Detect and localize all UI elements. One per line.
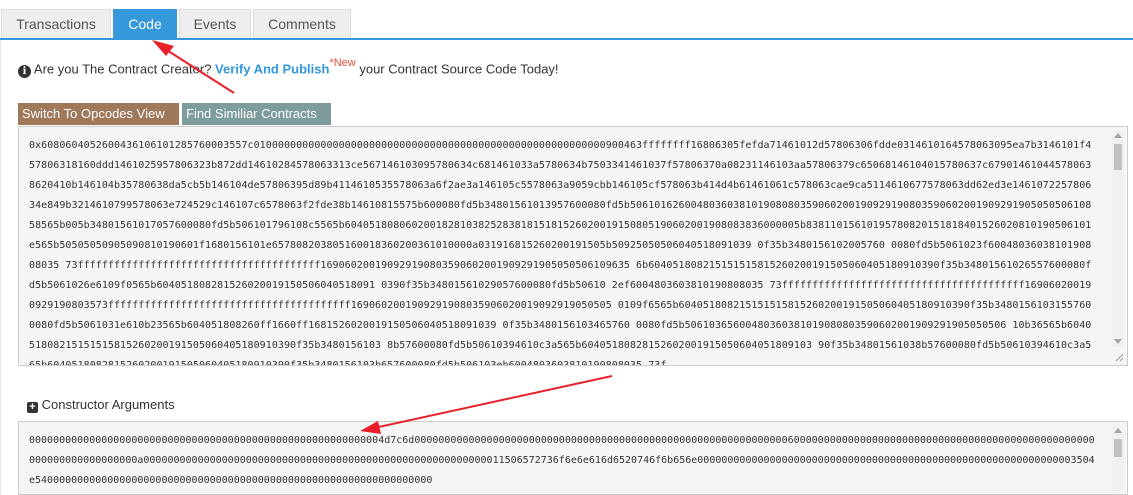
- resize-handle-icon[interactable]: [1114, 352, 1124, 362]
- notice-prefix: Are you The Contract Creator?: [33, 61, 212, 77]
- scroll-up-icon[interactable]: [1114, 428, 1122, 433]
- info-icon: i: [18, 65, 31, 79]
- tab-bar: Transactions Code Events Comments: [0, 0, 1133, 40]
- constructor-arguments-label: Constructor Arguments: [41, 397, 175, 412]
- find-similar-contracts-button[interactable]: Find Similiar Contracts: [182, 103, 331, 125]
- new-badge: *New: [329, 57, 356, 69]
- bytecode-scrollbar[interactable]: [1112, 130, 1124, 347]
- scroll-up-icon[interactable]: [1114, 133, 1122, 138]
- constructor-arguments-textarea[interactable]: 0000000000000000000000000000000000000000…: [18, 421, 1128, 495]
- scroll-down-icon[interactable]: [1114, 339, 1122, 344]
- verify-and-publish-link[interactable]: Verify And Publish: [215, 61, 329, 76]
- tab-events[interactable]: Events: [179, 9, 251, 38]
- verify-notice: i Are you The Contract Creator? Verify A…: [18, 57, 559, 79]
- tab-comments[interactable]: Comments: [253, 9, 351, 38]
- scroll-thumb[interactable]: [1114, 439, 1122, 457]
- bytecode-textarea[interactable]: 0x6080604052600436106101285760003557c010…: [18, 126, 1128, 366]
- scroll-thumb[interactable]: [1114, 144, 1122, 170]
- constructor-arguments-header[interactable]: + Constructor Arguments: [27, 397, 175, 413]
- bytecode-text: 0x6080604052600436106101285760003557c010…: [29, 140, 1092, 366]
- switch-opcodes-button[interactable]: Switch To Opcodes View: [18, 103, 179, 125]
- tab-transactions[interactable]: Transactions: [1, 9, 111, 38]
- constructor-arguments-text: 0000000000000000000000000000000000000000…: [29, 435, 1095, 486]
- notice-suffix: your Contract Source Code Today!: [359, 61, 559, 77]
- arguments-scrollbar[interactable]: [1112, 425, 1124, 491]
- tab-code[interactable]: Code: [113, 9, 177, 40]
- plus-square-icon[interactable]: +: [27, 402, 38, 413]
